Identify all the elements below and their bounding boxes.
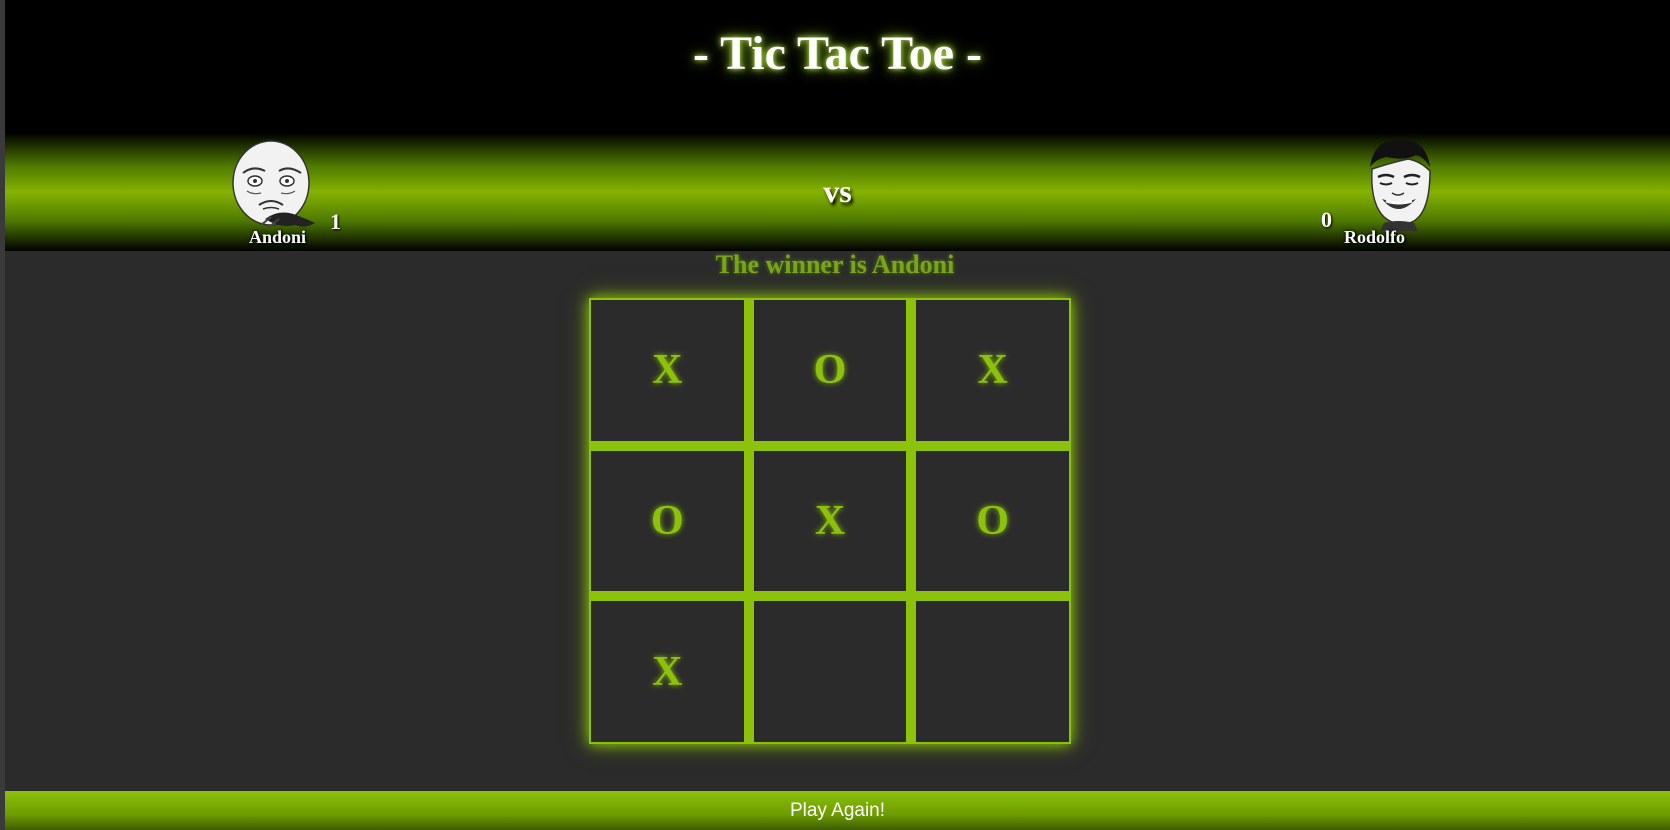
play-again-button[interactable]: Play Again! (5, 791, 1670, 830)
board-cell-8[interactable] (753, 601, 907, 742)
board-cell-7[interactable]: X (591, 601, 744, 742)
yao-ming-face-icon (1350, 135, 1446, 231)
window-edge (0, 0, 5, 830)
board-cell-9[interactable] (916, 601, 1069, 742)
board-cell-2[interactable]: O (753, 300, 907, 441)
play-again-label: Play Again! (789, 799, 886, 821)
page-header: - Tic Tac Toe - (5, 0, 1670, 133)
players-bar: Andoni 1 vs 0 Rodolfo (5, 133, 1670, 251)
player-score-left: 1 (330, 209, 341, 234)
game-board: X O X O X O X (589, 298, 1071, 744)
board-cell-5[interactable]: X (753, 450, 907, 592)
board-cell-4[interactable]: O (591, 450, 744, 592)
player-name-left: Andoni (249, 227, 307, 247)
winner-message: The winner is Andoni (715, 250, 955, 279)
board-cell-6[interactable]: O (916, 450, 1069, 592)
board-cell-1[interactable]: X (591, 300, 744, 441)
board-cell-3[interactable]: X (916, 300, 1069, 441)
player-score-right: 0 (1321, 207, 1332, 232)
player-name-right: Rodolfo (1344, 227, 1406, 247)
page-title: - Tic Tac Toe - (693, 27, 982, 80)
